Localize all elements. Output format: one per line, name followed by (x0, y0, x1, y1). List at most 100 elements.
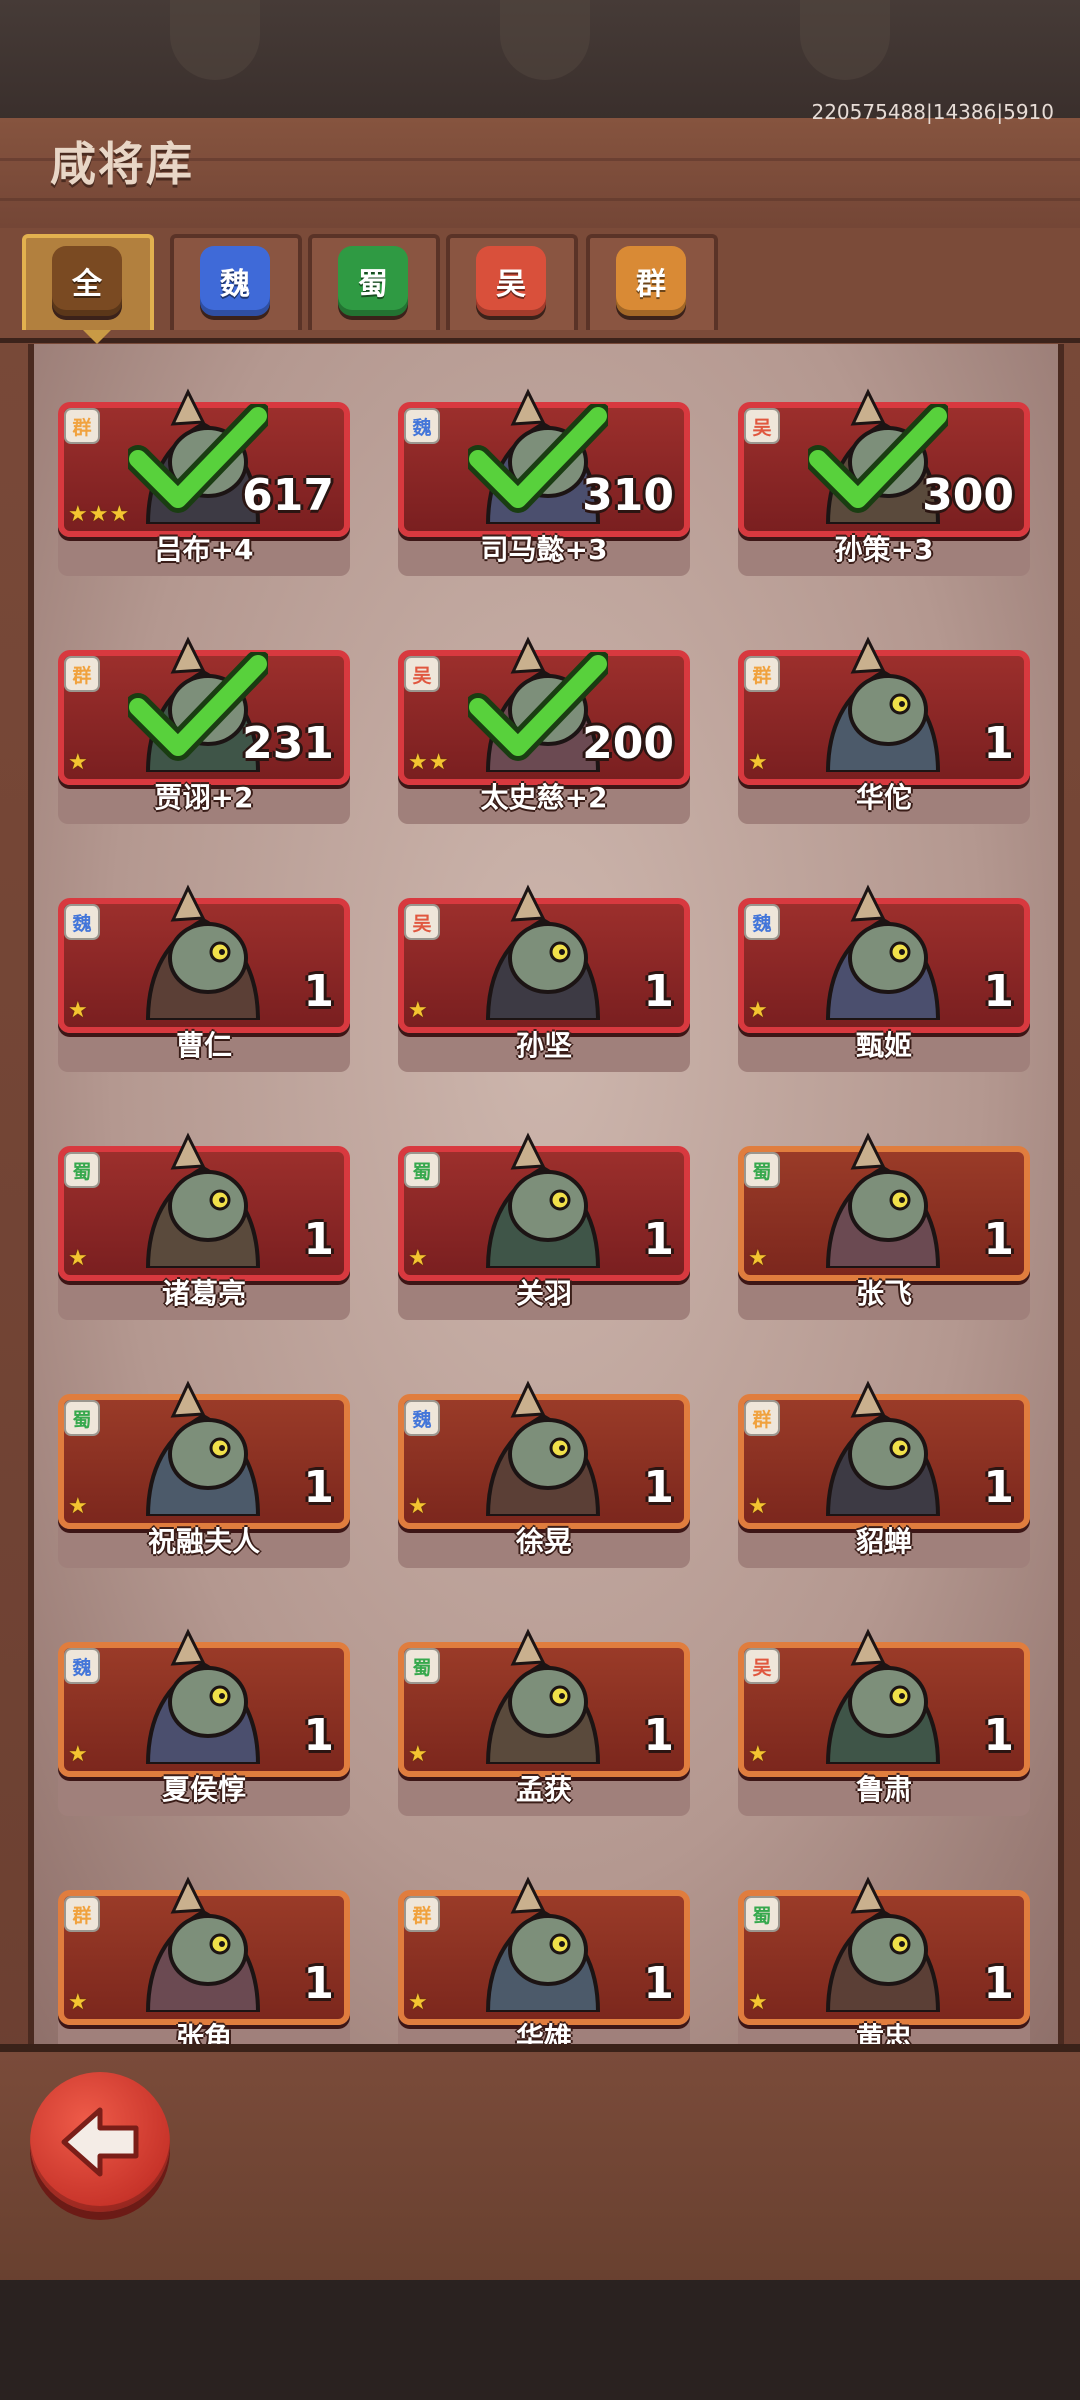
general-grid[interactable]: 群 617 ★★★ 吕布+4 魏 310 司马懿+3 吴 300 孙策+3 群 231 ★ 贾诩+2 吴 20… (28, 344, 1064, 2044)
faction-badge: 群 (64, 656, 100, 692)
star-rating-icon: ★ (748, 998, 769, 1023)
faction-badge: 蜀 (64, 1400, 100, 1436)
star-rating-icon: ★ (68, 1246, 89, 1271)
general-name: 华雄 (515, 2021, 572, 2044)
count-label: 1 (983, 718, 1014, 769)
tab-wu-label: 吴 (476, 246, 546, 316)
general-portrait-icon (485, 1628, 601, 1764)
general-card[interactable]: 吴 200 ★★ 太史慈+2 (398, 632, 690, 824)
general-portrait-icon (145, 1132, 261, 1268)
faction-badge: 蜀 (404, 1152, 440, 1188)
count-label: 1 (643, 1462, 674, 1513)
star-rating-icon: ★ (748, 750, 769, 775)
general-card[interactable]: 群 1 ★ 貂蝉 (738, 1376, 1030, 1568)
general-name: 甄姬 (855, 1029, 912, 1062)
general-name: 诸葛亮 (161, 1277, 246, 1310)
general-name: 贾诩+2 (154, 781, 254, 814)
count-label: 1 (983, 966, 1014, 1017)
general-card[interactable]: 群 231 ★ 贾诩+2 (58, 632, 350, 824)
star-rating-icon: ★ (748, 1742, 769, 1767)
general-card[interactable]: 魏 1 ★ 曹仁 (58, 880, 350, 1072)
count-label: 1 (303, 1710, 334, 1761)
general-name: 鲁肃 (855, 1773, 912, 1806)
general-card[interactable]: 蜀 1 ★ 张飞 (738, 1128, 1030, 1320)
general-card[interactable]: 蜀 1 ★ 关羽 (398, 1128, 690, 1320)
faction-badge: 魏 (64, 904, 100, 940)
tab-wei[interactable]: 魏 (170, 234, 302, 330)
faction-badge: 吴 (404, 904, 440, 940)
star-rating-icon: ★ (68, 1990, 89, 2015)
faction-badge: 魏 (64, 1648, 100, 1684)
general-name: 孙坚 (515, 1029, 572, 1062)
general-card[interactable]: 群 1 ★ 张角 (58, 1872, 350, 2044)
faction-badge: 群 (744, 656, 780, 692)
count-label: 1 (303, 966, 334, 1017)
count-label: 300 (922, 470, 1014, 521)
count-label: 617 (242, 470, 334, 521)
general-name: 曹仁 (175, 1029, 232, 1062)
general-card[interactable]: 魏 1 ★ 夏侯惇 (58, 1624, 350, 1816)
back-arrow-icon (61, 2107, 139, 2177)
decor-shape (800, 0, 890, 80)
general-card[interactable]: 蜀 1 ★ 祝融夫人 (58, 1376, 350, 1568)
tab-all[interactable]: 全 (22, 234, 154, 330)
general-card[interactable]: 吴 1 ★ 鲁肃 (738, 1624, 1030, 1816)
general-portrait-icon (485, 1876, 601, 2012)
star-rating-icon: ★ (68, 750, 89, 775)
general-card[interactable]: 群 1 ★ 华佗 (738, 632, 1030, 824)
faction-badge: 魏 (744, 904, 780, 940)
faction-badge: 吴 (744, 408, 780, 444)
general-name: 张飞 (855, 1277, 912, 1310)
general-name: 祝融夫人 (147, 1525, 260, 1558)
tab-wei-label: 魏 (200, 246, 270, 316)
general-card[interactable]: 魏 1 ★ 甄姬 (738, 880, 1030, 1072)
count-label: 1 (643, 966, 674, 1017)
general-card[interactable]: 蜀 1 ★ 孟获 (398, 1624, 690, 1816)
general-portrait-icon (825, 1876, 941, 2012)
count-label: 1 (303, 1214, 334, 1265)
general-name: 张角 (175, 2021, 232, 2044)
star-rating-icon: ★ (408, 1990, 429, 2015)
star-rating-icon: ★ (68, 1494, 89, 1519)
general-card[interactable]: 吴 300 孙策+3 (738, 384, 1030, 576)
general-name: 孟获 (515, 1773, 572, 1806)
general-name: 黄忠 (855, 2021, 912, 2044)
count-label: 1 (983, 1462, 1014, 1513)
faction-badge: 群 (64, 1896, 100, 1932)
general-portrait-icon (145, 1876, 261, 2012)
count-label: 1 (983, 1710, 1014, 1761)
general-portrait-icon (145, 884, 261, 1020)
general-name: 徐晃 (515, 1525, 572, 1558)
star-rating-icon: ★ (68, 1742, 89, 1767)
general-card[interactable]: 群 617 ★★★ 吕布+4 (58, 384, 350, 576)
tab-wu[interactable]: 吴 (446, 234, 578, 330)
star-rating-icon: ★ (408, 998, 429, 1023)
general-card[interactable]: 魏 1 ★ 徐晃 (398, 1376, 690, 1568)
general-card[interactable]: 魏 310 司马懿+3 (398, 384, 690, 576)
general-name: 貂蝉 (855, 1525, 912, 1558)
star-rating-icon: ★★★ (68, 502, 131, 527)
general-portrait-icon (145, 1380, 261, 1516)
faction-badge: 蜀 (404, 1648, 440, 1684)
tab-qun[interactable]: 群 (586, 234, 718, 330)
star-rating-icon: ★ (408, 1494, 429, 1519)
general-portrait-icon (485, 1380, 601, 1516)
general-portrait-icon (485, 884, 601, 1020)
general-name: 关羽 (515, 1277, 572, 1310)
general-card[interactable]: 蜀 1 ★ 黄忠 (738, 1872, 1030, 2044)
active-tab-indicator-icon (83, 330, 111, 344)
player-id-text: 220575488|14386|5910 (811, 100, 1054, 124)
general-card[interactable]: 蜀 1 ★ 诸葛亮 (58, 1128, 350, 1320)
general-portrait-icon (825, 1132, 941, 1268)
count-label: 310 (582, 470, 674, 521)
general-card[interactable]: 吴 1 ★ 孙坚 (398, 880, 690, 1072)
count-label: 1 (643, 1710, 674, 1761)
back-button[interactable] (30, 2072, 170, 2212)
star-rating-icon: ★ (748, 1246, 769, 1271)
tab-qun-label: 群 (616, 246, 686, 316)
faction-badge: 魏 (404, 408, 440, 444)
general-name: 司马懿+3 (480, 533, 608, 566)
general-card[interactable]: 群 1 ★ 华雄 (398, 1872, 690, 2044)
tab-shu[interactable]: 蜀 (308, 234, 440, 330)
tab-shu-label: 蜀 (338, 246, 408, 316)
